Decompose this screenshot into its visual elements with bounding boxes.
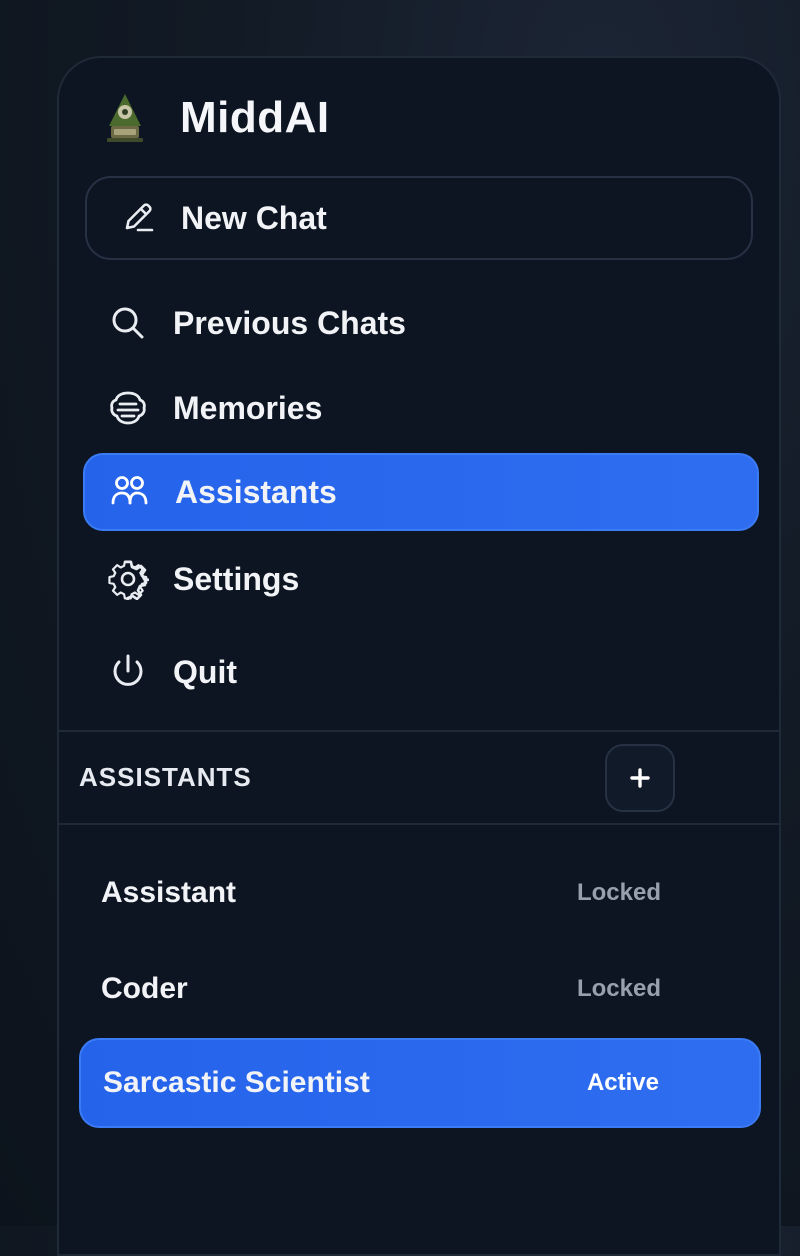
pencil-icon xyxy=(125,203,154,232)
assistant-name: Sarcastic Scientist xyxy=(103,1066,370,1099)
divider xyxy=(59,823,779,825)
assistant-item-sarcastic-scientist[interactable]: Sarcastic Scientist Active xyxy=(79,1038,761,1128)
gear-icon xyxy=(108,560,149,600)
assistant-item-assistant[interactable]: Assistant Locked xyxy=(79,848,761,938)
nav-label: Settings xyxy=(173,560,300,597)
app-title: MiddAI xyxy=(180,93,330,142)
new-chat-button[interactable]: New Chat xyxy=(85,176,753,260)
users-icon xyxy=(111,476,148,505)
nav-label: Assistants xyxy=(175,473,337,510)
plus-icon xyxy=(630,768,650,788)
brain-icon xyxy=(110,391,146,425)
assistant-status: Locked xyxy=(576,975,661,1002)
add-assistant-button[interactable] xyxy=(605,744,675,812)
middai-logo-icon xyxy=(107,94,143,142)
nav-item-quit[interactable]: Quit xyxy=(83,633,759,711)
nav-item-settings[interactable]: Settings xyxy=(83,540,759,618)
sidebar: MiddAI New Chat Previous Chats Memories xyxy=(57,56,781,1256)
nav-item-memories[interactable]: Memories xyxy=(83,369,759,447)
nav-item-assistants[interactable]: Assistants xyxy=(83,453,759,531)
search-icon xyxy=(112,307,144,339)
brand: MiddAI xyxy=(103,84,330,152)
assistant-name: Coder xyxy=(101,972,188,1005)
nav-label: Previous Chats xyxy=(173,304,406,341)
nav-item-previous-chats[interactable]: Previous Chats xyxy=(83,284,759,362)
assistants-section-title: ASSISTANTS xyxy=(79,762,252,792)
new-chat-label: New Chat xyxy=(181,199,327,236)
nav-label: Memories xyxy=(173,389,323,426)
assistant-item-coder[interactable]: Coder Locked xyxy=(79,944,761,1034)
assistant-status: Active xyxy=(586,1069,659,1096)
assistant-name: Assistant xyxy=(101,876,237,909)
divider xyxy=(59,730,779,732)
nav-label: Quit xyxy=(173,653,237,690)
assistant-status: Locked xyxy=(576,879,661,906)
power-icon xyxy=(113,654,143,686)
